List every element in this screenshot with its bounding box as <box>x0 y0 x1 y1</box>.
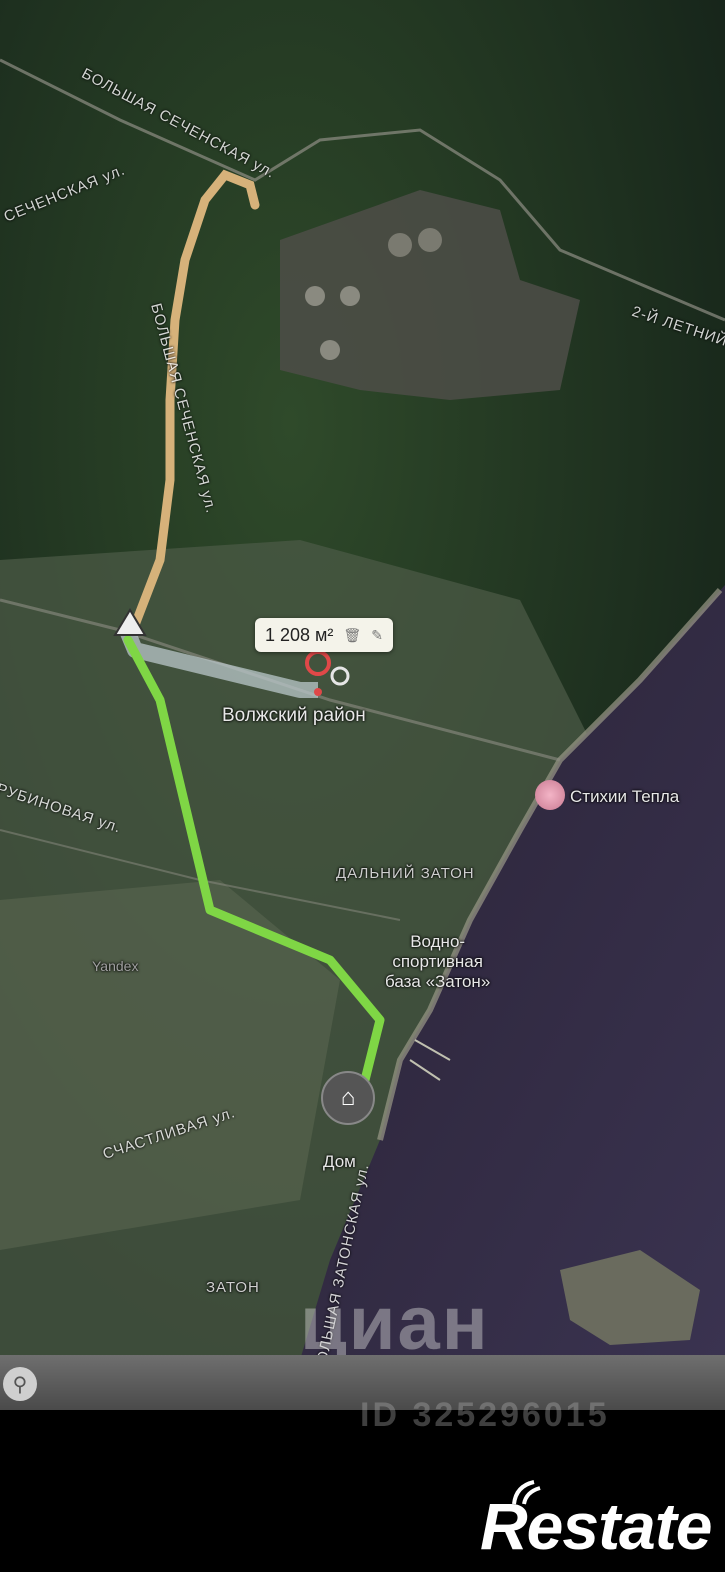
area-value: 1 208 м² <box>265 624 334 645</box>
tank <box>418 228 442 252</box>
home-label[interactable]: Дом <box>323 1152 356 1172</box>
water-base-line3: база «Затон» <box>385 972 491 991</box>
home-pin-icon[interactable]: ⌂ <box>321 1071 375 1125</box>
tank <box>305 286 325 306</box>
water-sports-base-label[interactable]: Водно- спортивная база «Затон» <box>385 932 490 992</box>
zaton-label: ЗАТОН <box>206 1279 260 1296</box>
locality-label: ДАЛЬНИЙ ЗАТОН <box>336 865 475 882</box>
pencil-icon[interactable]: ✎ <box>371 627 383 644</box>
district-label: Волжский район <box>222 705 366 726</box>
cian-watermark: циан <box>300 1281 490 1366</box>
cian-id-watermark: ID 325296015 <box>360 1396 610 1434</box>
water-base-line2: спортивная <box>392 952 483 971</box>
tank <box>340 286 360 306</box>
tank <box>320 340 340 360</box>
water-base-line1: Водно- <box>410 932 466 951</box>
satellite-map[interactable]: БОЛЬШАЯ СЕЧЕНСКАЯ ул. СЕЧЕНСКАЯ ул. БОЛЬ… <box>0 0 725 1410</box>
trash-icon[interactable]: 🗑 <box>343 627 361 644</box>
tank <box>388 233 412 257</box>
poi-marker[interactable] <box>535 780 565 810</box>
restate-logo: Restate <box>480 1489 712 1563</box>
parcel-point[interactable] <box>314 688 322 696</box>
compass-icon[interactable]: ⚲ <box>3 1367 37 1401</box>
area-measure-badge[interactable]: 1 208 м² 🗑 ✎ <box>255 618 393 652</box>
yandex-label: Yandex <box>92 958 139 974</box>
poi-label[interactable]: Стихии Тепла <box>570 787 679 807</box>
